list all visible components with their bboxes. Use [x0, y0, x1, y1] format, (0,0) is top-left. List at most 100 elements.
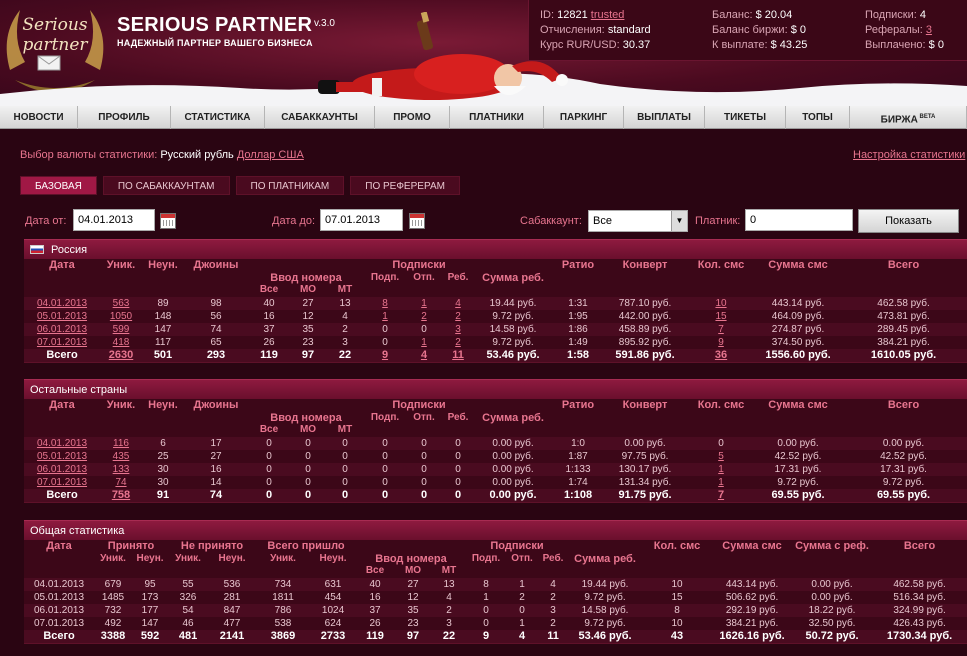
balance: Баланс: $ 20.04: [712, 9, 793, 21]
nav-item-10[interactable]: БИРЖА BETA: [850, 106, 967, 129]
total-cell: 7: [686, 488, 757, 502]
cell-link[interactable]: 563: [113, 298, 130, 309]
cell-link[interactable]: 4: [421, 349, 427, 361]
table-cell: 2: [519, 591, 525, 603]
nav-item-7[interactable]: ВЫПЛАТЫ: [624, 106, 705, 129]
nav-item-2[interactable]: СТАТИСТИКА: [171, 106, 265, 129]
date-link[interactable]: 04.01.2013: [37, 438, 87, 449]
trusted-link[interactable]: trusted: [591, 9, 625, 21]
table-cell: 4: [342, 310, 348, 322]
cell-link[interactable]: 599: [113, 324, 130, 335]
cell-link[interactable]: 9: [382, 349, 388, 361]
table-cell: 326: [179, 591, 197, 603]
cell-link[interactable]: 10: [715, 298, 726, 309]
cell-link[interactable]: 74: [115, 477, 126, 488]
nav-item-8[interactable]: ТИКЕТЫ: [705, 106, 786, 129]
nav-item-4[interactable]: ПРОМО: [375, 106, 450, 129]
total-cell: 9: [364, 348, 406, 362]
date-link[interactable]: 05.01.2013: [37, 311, 87, 322]
table-cell: 8: [466, 577, 507, 591]
nav-item-0[interactable]: НОВОСТИ: [0, 106, 78, 129]
cell-link[interactable]: 36: [715, 349, 727, 361]
show-button[interactable]: Показать: [858, 209, 959, 233]
table-cell: 1: [483, 591, 489, 603]
cell-link[interactable]: 9: [718, 337, 724, 348]
currency-usd-link[interactable]: Доллар США: [237, 149, 304, 161]
table-cell: 8: [364, 296, 406, 310]
table-cell: 98: [184, 296, 248, 310]
cell-link[interactable]: 1: [718, 477, 724, 488]
table-cell: 54: [168, 603, 209, 617]
payer-input[interactable]: [745, 209, 853, 231]
cell-link[interactable]: 7: [718, 489, 724, 501]
table-cell: 1811: [272, 591, 294, 603]
tab-basic[interactable]: БАЗОВАЯ: [20, 176, 97, 195]
col-total: Всего: [903, 540, 936, 552]
nav-item-9[interactable]: ТОПЫ: [786, 106, 850, 129]
total-cell: 1730.34 руб.: [872, 629, 967, 643]
cell-link[interactable]: 2: [455, 311, 461, 322]
cell-link[interactable]: 1: [421, 298, 427, 309]
date-link[interactable]: 04.01.2013: [37, 298, 87, 309]
subscriptions-count: Подписки: 4: [865, 9, 927, 21]
date-from-input[interactable]: [73, 209, 155, 231]
col-number-input: Ввод номера: [270, 411, 342, 424]
cell-link[interactable]: 133: [113, 464, 130, 475]
table-cell: 35: [394, 603, 433, 617]
cell-link[interactable]: 3: [455, 324, 461, 335]
cell-link[interactable]: 1: [718, 464, 724, 475]
calendar-icon[interactable]: [160, 213, 176, 229]
stats-settings-link[interactable]: Настройка статистики: [853, 149, 965, 161]
date-link[interactable]: 07.01.2013: [37, 477, 87, 488]
cell-link[interactable]: 2630: [109, 349, 133, 361]
col-subs: Подписки: [392, 399, 446, 411]
table-cell: 443.14 руб.: [756, 296, 841, 310]
cell-link[interactable]: 1050: [110, 311, 132, 322]
table-cell: 0: [455, 450, 461, 462]
col-unsub: Отп.: [413, 271, 435, 283]
date-link[interactable]: 07.01.2013: [37, 337, 87, 348]
cell-link[interactable]: 2: [455, 337, 461, 348]
cell-link[interactable]: 1: [421, 337, 427, 348]
total-cell: 22: [432, 629, 467, 643]
calendar-icon[interactable]: [409, 213, 425, 229]
cell-link[interactable]: 1: [382, 311, 388, 322]
table-row: 05.01.2013 1050 148 56 16 12 4 1 2 2 9.72 руб. 1:95…: [24, 310, 967, 323]
other-countries-section: Остальные страны Дата Уник. Неун. Джоины…: [24, 379, 967, 503]
nav-item-5[interactable]: ПЛАТНИКИ: [450, 106, 544, 129]
table-cell: 1:95: [568, 310, 588, 322]
date-to-input[interactable]: [320, 209, 403, 231]
table-cell: 17: [184, 436, 248, 450]
cell-link[interactable]: 435: [113, 451, 130, 462]
tab-by-referrers[interactable]: ПО РЕФЕРЕРАМ: [350, 176, 460, 195]
table-cell: 0: [364, 436, 406, 450]
col-mo: МО: [299, 284, 317, 295]
table-cell: 4: [446, 591, 452, 603]
table-cell: 9: [686, 336, 756, 349]
cell-link[interactable]: 2: [421, 311, 427, 322]
nav-item-3[interactable]: САБАККАУНТЫ: [265, 106, 375, 129]
cell-link[interactable]: 758: [112, 489, 130, 501]
table-cell: 0: [483, 617, 489, 629]
tab-by-subaccounts[interactable]: ПО САБАККАУНТАМ: [102, 176, 230, 195]
table-cell: 06.01.2013: [24, 322, 100, 336]
col-conv: Конверт: [622, 399, 668, 411]
cell-link[interactable]: 11: [452, 349, 464, 361]
cell-link[interactable]: 7: [718, 324, 724, 335]
subaccount-select[interactable]: Все ▼: [588, 210, 688, 232]
total-cell: 11: [442, 348, 475, 362]
date-link[interactable]: 06.01.2013: [37, 324, 87, 335]
cell-link[interactable]: 418: [113, 337, 130, 348]
nav-item-1[interactable]: ПРОФИЛЬ: [78, 106, 171, 129]
nav-item-6[interactable]: ПАРКИНГ: [544, 106, 624, 129]
cell-link[interactable]: 4: [455, 298, 461, 309]
cell-link[interactable]: 8: [382, 298, 388, 309]
tab-by-payers[interactable]: ПО ПЛАТНИКАМ: [235, 176, 345, 195]
cell-link[interactable]: 5: [718, 451, 724, 462]
table-cell: 292.19 руб.: [712, 603, 793, 617]
referrals-link[interactable]: 3: [926, 24, 932, 36]
cell-link[interactable]: 116: [113, 438, 129, 449]
date-link[interactable]: 05.01.2013: [37, 451, 87, 462]
date-link[interactable]: 06.01.2013: [37, 464, 87, 475]
cell-link[interactable]: 15: [715, 311, 726, 322]
